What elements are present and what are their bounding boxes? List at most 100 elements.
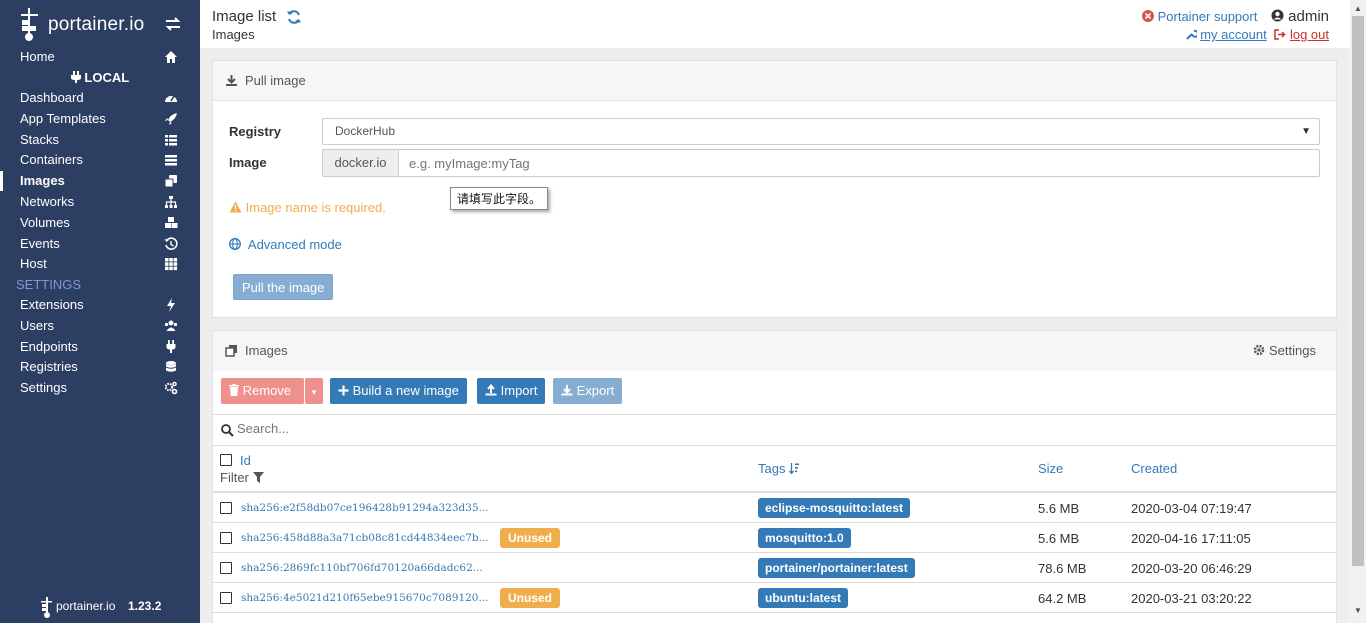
image-id-link[interactable]: sha256:458d88a3a71cb08c81cd44834eec7b... — [241, 532, 489, 544]
plug-icon — [70, 71, 81, 83]
sidebar-item-dashboard[interactable]: Dashboard — [0, 88, 200, 108]
brand[interactable]: portainer.io — [18, 6, 188, 42]
cog-icon — [1254, 344, 1265, 356]
footer-brand: portainer.io — [56, 599, 116, 613]
image-id-link[interactable]: sha256:4e5021d210f65ebe915670c7089120... — [241, 592, 489, 604]
sidebar-item-label: Images — [20, 173, 65, 189]
sidebar-item-volumes[interactable]: Volumes — [0, 213, 200, 233]
pull-image-title: Pull image — [245, 73, 306, 88]
sidebar-item-label: Registries — [20, 359, 78, 375]
sidebar-item-networks[interactable]: Networks — [0, 192, 200, 212]
filter-button[interactable]: Filter — [220, 470, 264, 485]
download-icon — [561, 385, 573, 396]
sidebar-item-label: Events — [20, 235, 60, 251]
caret-down-icon: ▾ — [311, 387, 317, 397]
sidebar-item-host[interactable]: Host — [0, 254, 200, 274]
page-scrollbar[interactable]: ▲ ▼ — [1350, 0, 1366, 623]
sidebar-item-home[interactable]: Home — [0, 47, 200, 67]
pull-image-widget: Pull image Registry DockerHub ▼ Image do… — [212, 60, 1337, 318]
tachometer-icon — [165, 95, 177, 102]
image-id-link[interactable]: sha256:e2f58db07ce196428b91294a323d35... — [241, 502, 489, 514]
sidebar-item-label: Containers — [20, 152, 83, 168]
account-links: my account log out — [1185, 27, 1329, 42]
page-header: Image list Images Portainer support admi… — [200, 0, 1350, 48]
sidebar-item-label: Host — [20, 256, 47, 272]
cogs-icon — [164, 381, 178, 395]
log-out-link[interactable]: log out — [1290, 27, 1329, 42]
upload-icon — [485, 383, 497, 396]
images-toolbar: Remove ▾ Build a new image Import Export — [213, 371, 1336, 415]
export-button[interactable]: Export — [553, 378, 623, 404]
column-size[interactable]: Size — [1038, 461, 1063, 476]
column-tags[interactable]: Tags — [758, 461, 800, 476]
row-checkbox[interactable] — [220, 592, 232, 604]
sidebar-item-label: Stacks — [20, 131, 60, 147]
sidebar-item-endpoints[interactable]: Endpoints — [0, 337, 200, 357]
clone-icon — [164, 175, 177, 188]
support-link[interactable]: Portainer support — [1141, 9, 1261, 24]
sidebar-item-registries[interactable]: Registries — [0, 357, 200, 377]
cubes-icon — [165, 216, 178, 228]
plus-icon — [338, 385, 349, 396]
image-name-input[interactable] — [399, 150, 1319, 176]
sidebar-item-events[interactable]: Events — [0, 234, 200, 254]
table-row: sha256:2869fc110bf706fd70120a66dadc62...… — [213, 553, 1336, 583]
column-created[interactable]: Created — [1131, 461, 1177, 476]
sidebar-item-containers[interactable]: Containers — [0, 150, 200, 170]
scroll-thumb[interactable] — [1352, 16, 1364, 566]
remove-button[interactable]: Remove — [221, 378, 304, 404]
scroll-up-icon[interactable]: ▲ — [1354, 4, 1362, 13]
settings-label: Settings — [1269, 343, 1316, 358]
export-label: Export — [576, 383, 615, 398]
home-icon — [165, 51, 177, 63]
database-icon — [166, 361, 176, 373]
sign-out-icon — [1274, 29, 1286, 40]
import-button[interactable]: Import — [477, 378, 546, 404]
sidebar-item-label: Users — [20, 317, 54, 333]
registry-select[interactable]: DockerHub ▼ — [322, 118, 1320, 145]
my-account-link[interactable]: my account — [1200, 27, 1266, 42]
pull-image-button[interactable]: Pull the image — [233, 274, 334, 300]
import-label: Import — [500, 383, 538, 398]
remove-options-button[interactable]: ▾ — [305, 378, 323, 404]
sidebar-item-users[interactable]: Users — [0, 316, 200, 336]
advanced-mode-link[interactable]: Advanced mode — [229, 237, 342, 252]
registry-label: Registry — [229, 124, 282, 139]
scroll-down-icon[interactable]: ▼ — [1354, 606, 1362, 615]
image-size: 5.6 MB — [1038, 531, 1080, 546]
build-label: Build a new image — [352, 383, 459, 398]
column-id[interactable]: Id — [240, 453, 251, 468]
images-header: Images Settings — [213, 331, 1336, 371]
images-widget: Images Settings Remove ▾ Build a new ima… — [212, 330, 1337, 623]
sidebar: portainer.io Home LOCAL Dashboard App Tem… — [0, 0, 200, 623]
row-checkbox[interactable] — [220, 562, 232, 574]
user-info: Portainer support admin — [1141, 8, 1329, 26]
image-id-link[interactable]: sha256:2869fc110bf706fd70120a66dadc62... — [241, 562, 483, 574]
th-icon — [165, 258, 178, 271]
filter-icon — [252, 472, 264, 483]
globe-icon — [229, 238, 241, 250]
sidebar-item-extensions[interactable]: Extensions — [0, 295, 200, 315]
table-row: sha256:e2f58db07ce196428b91294a323d35...… — [213, 493, 1336, 523]
sidebar-item-stacks[interactable]: Stacks — [0, 130, 200, 150]
times-circle-icon — [1141, 10, 1154, 22]
select-all-checkbox[interactable] — [220, 454, 232, 466]
search-input[interactable] — [237, 421, 637, 436]
table-settings-button[interactable]: Settings — [1253, 343, 1316, 358]
row-checkbox[interactable] — [220, 532, 232, 544]
sidebar-item-app-templates[interactable]: App Templates — [0, 109, 200, 129]
image-created: 2020-03-21 03:20:22 — [1131, 591, 1252, 606]
user-display: admin — [1271, 8, 1329, 25]
refresh-icon[interactable] — [286, 9, 302, 25]
sidebar-item-label: Settings — [20, 380, 67, 396]
version-label: 1.23.2 — [128, 599, 162, 613]
sidebar-item-images[interactable]: Images — [0, 171, 200, 192]
build-image-button[interactable]: Build a new image — [330, 378, 467, 404]
sidebar-item-settings[interactable]: Settings — [0, 378, 200, 398]
exchange-icon[interactable] — [164, 16, 182, 32]
th-list-icon — [165, 134, 177, 146]
row-checkbox[interactable] — [220, 502, 232, 514]
image-input-group: docker.io — [322, 149, 1320, 177]
image-label: Image — [229, 155, 267, 170]
unused-badge: Unused — [500, 528, 561, 548]
